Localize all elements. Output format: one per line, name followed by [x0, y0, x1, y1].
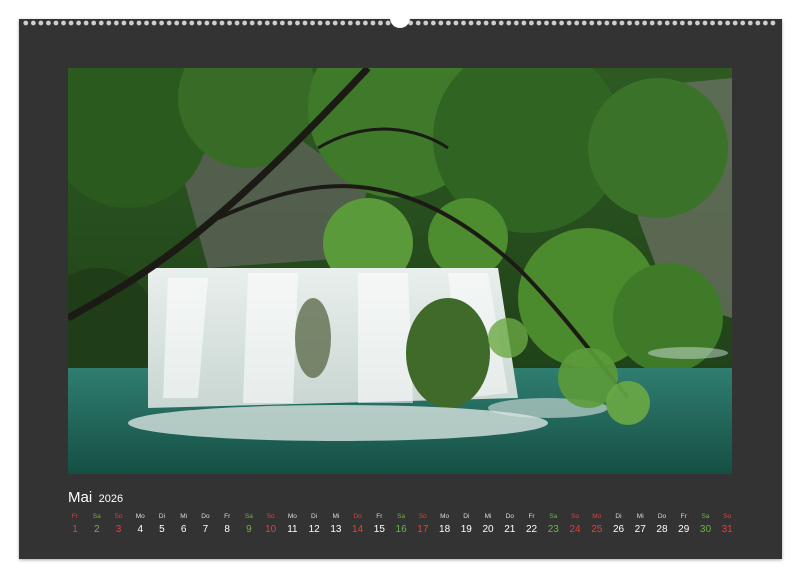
day-abbr: Do — [201, 513, 210, 520]
month-year: 2026 — [98, 493, 124, 505]
day-abbr: Mo — [592, 513, 602, 520]
day-number: 30 — [699, 524, 712, 535]
day-number: 18 — [439, 524, 451, 535]
day-abbr: Di — [463, 513, 470, 520]
day-number: 21 — [504, 524, 516, 535]
day-abbr: Do — [353, 513, 362, 520]
day-number: 17 — [417, 524, 429, 535]
day-number: 28 — [656, 524, 668, 535]
day-number: 3 — [115, 524, 122, 535]
day-abbr: Mi — [180, 513, 188, 520]
day-abbr: Di — [311, 513, 318, 520]
month-name: Mai — [68, 489, 93, 506]
day-abbr: Fr — [528, 513, 535, 520]
day-abbr: Sa — [397, 513, 406, 520]
day-number: 5 — [159, 524, 165, 535]
day-abbr: So — [266, 513, 275, 520]
day-number: 22 — [525, 524, 538, 535]
day-number: 10 — [265, 524, 277, 535]
day-abbr: Fr — [680, 513, 687, 520]
day-number: 27 — [634, 524, 646, 535]
day-abbr: Mi — [636, 513, 644, 520]
waterfall-photo — [68, 68, 732, 474]
day-number: 23 — [547, 524, 559, 535]
waterfall-illustration — [68, 68, 732, 474]
day-number: 9 — [246, 524, 252, 535]
day-number: 16 — [395, 524, 407, 535]
day-number: 6 — [180, 524, 187, 535]
day-number: 11 — [287, 524, 298, 535]
day-number: 14 — [352, 524, 364, 535]
day-abbr: So — [723, 513, 732, 520]
day-abbr: Do — [505, 513, 514, 520]
day-number: 7 — [202, 524, 209, 535]
day-number: 20 — [482, 524, 494, 535]
day-abbr: Mi — [332, 513, 340, 520]
day-number: 31 — [721, 524, 733, 535]
day-abbr: Mi — [484, 513, 492, 520]
day-number: 25 — [591, 524, 603, 535]
day-number: 1 — [72, 524, 78, 535]
day-abbr: Sa — [92, 513, 101, 520]
month-title: Mai 2026 — [68, 489, 123, 507]
day-number: 13 — [330, 524, 342, 535]
day-number: 4 — [137, 524, 143, 535]
day-abbr: Mo — [440, 513, 450, 520]
day-number: 12 — [308, 524, 320, 535]
day-abbr: Do — [657, 513, 667, 520]
day-abbr: Di — [615, 513, 622, 520]
day-number: 8 — [224, 524, 230, 535]
day-abbr: Sa — [244, 513, 253, 520]
day-number: 15 — [373, 524, 385, 535]
day-abbr: So — [571, 513, 579, 520]
day-abbr: Sa — [549, 513, 558, 520]
day-abbr: Mo — [287, 513, 297, 520]
day-number: 26 — [612, 524, 625, 535]
day-abbr: Di — [158, 513, 166, 520]
day-number: 24 — [569, 524, 581, 535]
day-abbr: Fr — [224, 513, 231, 520]
day-abbr: Sa — [701, 513, 710, 520]
day-abbr: Fr — [71, 513, 79, 520]
day-abbr: Fr — [376, 513, 383, 520]
day-number: 29 — [678, 524, 690, 535]
day-abbr: So — [114, 513, 123, 520]
day-abbr: Mo — [135, 513, 145, 520]
day-number: 2 — [93, 524, 100, 535]
day-number: 19 — [460, 524, 472, 535]
day-abbr: So — [418, 513, 427, 520]
